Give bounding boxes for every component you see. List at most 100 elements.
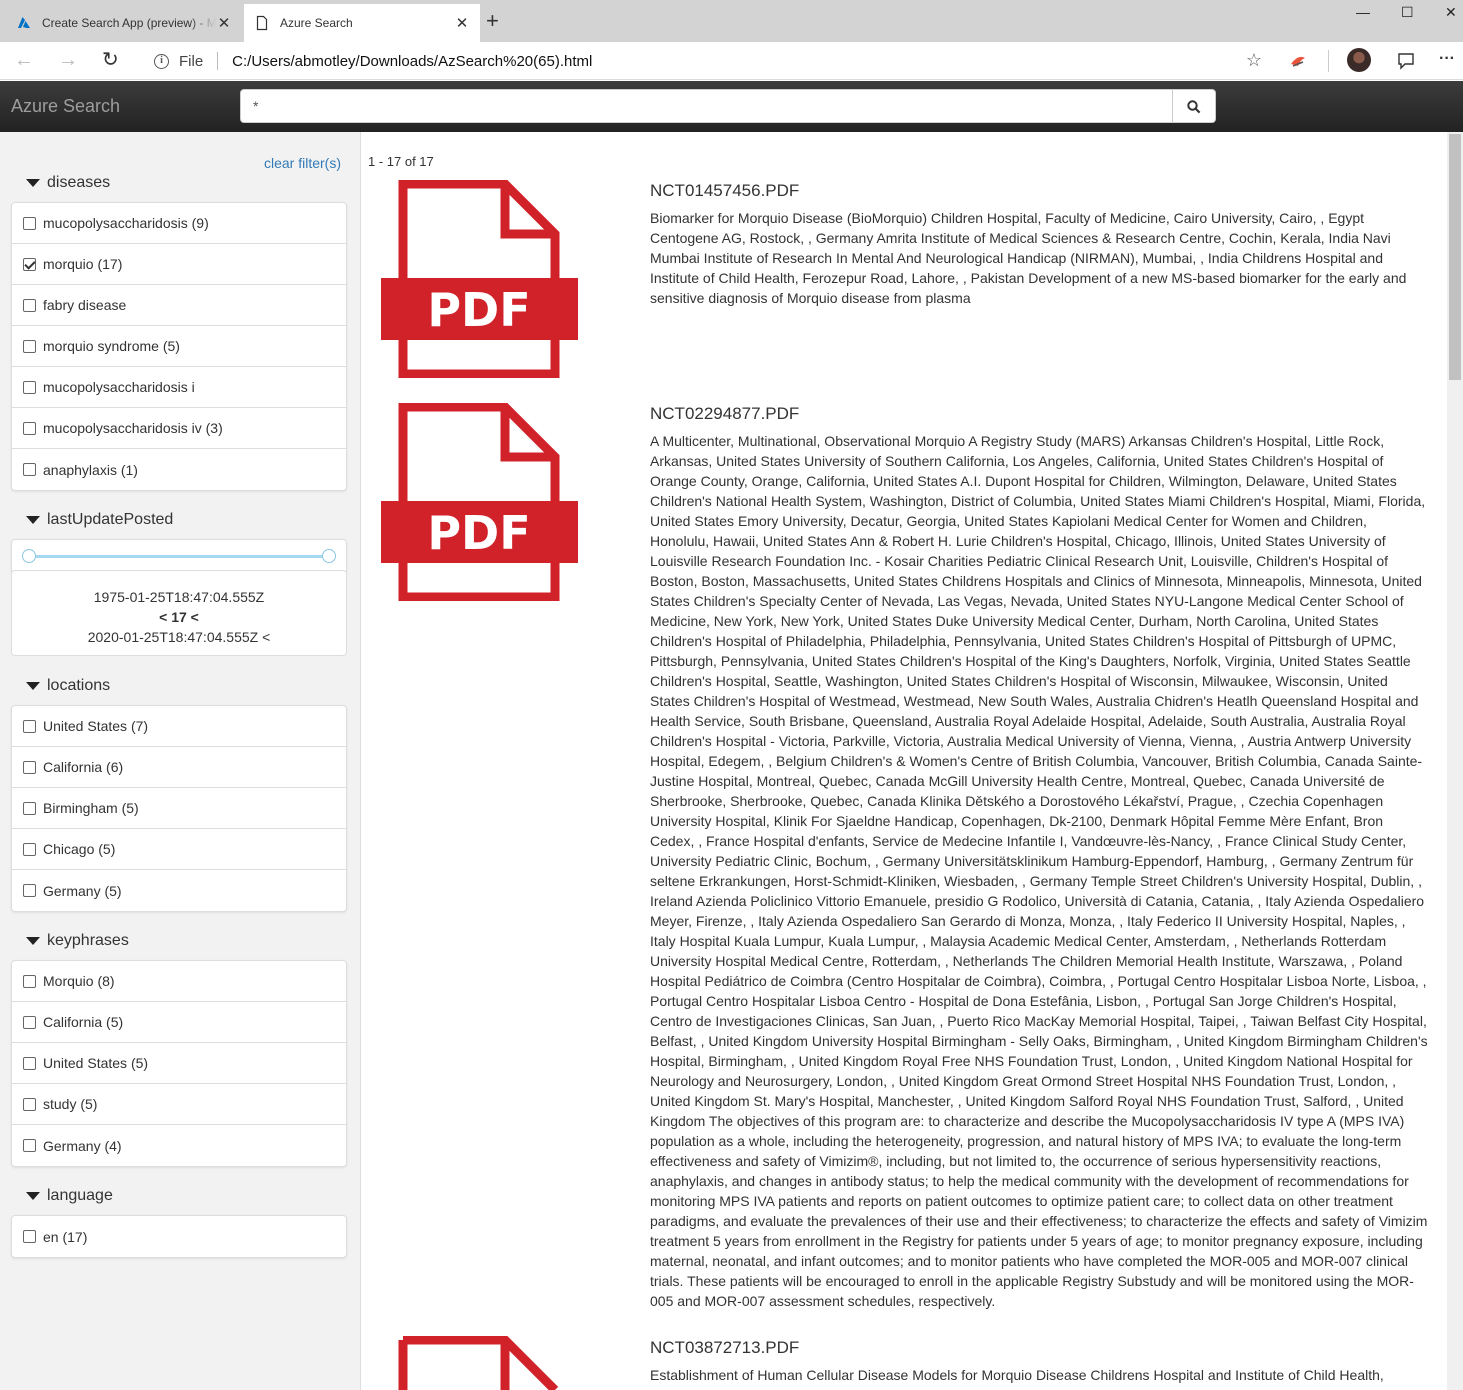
facet-item[interactable]: Germany (4) — [12, 1125, 346, 1166]
back-button[interactable]: ← — [14, 50, 34, 70]
facet-item-label: study (5) — [43, 1096, 98, 1112]
close-tab-icon[interactable]: ✕ — [216, 14, 232, 32]
extension-icon[interactable] — [1288, 52, 1308, 70]
facet-item[interactable]: United States (5) — [12, 1043, 346, 1084]
range-count: < 17 < — [159, 609, 199, 625]
facet-title-diseases[interactable]: diseases — [26, 174, 110, 192]
close-window-button[interactable]: ✕ — [1445, 4, 1457, 21]
tab-azure-search[interactable]: Azure Search ✕ — [244, 4, 480, 42]
divider — [217, 52, 219, 70]
facet-item[interactable]: United States (7) — [12, 706, 346, 747]
pdf-file-icon[interactable] — [381, 1336, 579, 1390]
search-button[interactable] — [1172, 89, 1216, 123]
slider-track[interactable] — [29, 555, 329, 558]
facet-item[interactable]: Chicago (5) — [12, 829, 346, 870]
facet-item[interactable]: Germany (5) — [12, 870, 346, 911]
facet-item[interactable]: California (5) — [12, 1002, 346, 1043]
facet-item[interactable]: California (6) — [12, 747, 346, 788]
facet-item[interactable]: morquio syndrome (5) — [12, 326, 346, 367]
feedback-icon[interactable] — [1396, 51, 1416, 71]
scrollbar-thumb[interactable] — [1449, 134, 1461, 380]
checkbox[interactable] — [23, 1230, 36, 1243]
checkbox[interactable] — [23, 421, 36, 435]
slider-min-handle[interactable] — [22, 549, 36, 563]
caret-down-icon — [26, 1192, 40, 1200]
app-header: Azure Search — [0, 81, 1463, 132]
facet-item-label: United States (5) — [43, 1055, 149, 1071]
caret-down-icon — [26, 937, 40, 945]
tab-create-search-app[interactable]: Create Search App (preview) - Microsoft … — [6, 4, 242, 42]
brand-title[interactable]: Azure Search — [11, 96, 120, 117]
search-icon — [1187, 100, 1201, 114]
file-label: File — [179, 52, 204, 70]
facet-item-label: mucopolysaccharidosis (9) — [43, 215, 209, 231]
facet-title-keyphrases[interactable]: keyphrases — [26, 932, 129, 950]
new-tab-button[interactable]: + — [486, 10, 499, 32]
facet-item-label: Morquio (8) — [43, 973, 115, 989]
url-text[interactable]: C:/Users/abmotley/Downloads/AzSearch%20(… — [232, 53, 592, 70]
facet-item[interactable]: study (5) — [12, 1084, 346, 1125]
forward-button[interactable]: → — [58, 50, 78, 70]
checkbox[interactable] — [23, 1097, 36, 1111]
close-tab-icon[interactable]: ✕ — [454, 14, 470, 32]
range-to: 2020-01-25T18:47:04.555Z < — [87, 629, 271, 645]
checkbox[interactable] — [23, 801, 36, 815]
profile-avatar[interactable] — [1347, 48, 1371, 72]
facet-title-locations[interactable]: locations — [26, 677, 110, 695]
star-icon[interactable]: ☆ — [1246, 50, 1262, 71]
facet-list-locations: United States (7) California (6) Birming… — [11, 705, 347, 912]
minimize-button[interactable]: — — [1356, 4, 1370, 20]
facet-item-label: Birmingham (5) — [43, 800, 139, 816]
facet-list-language: en (17) — [11, 1215, 347, 1258]
facet-item[interactable]: fabry disease — [12, 285, 346, 326]
checkbox[interactable] — [23, 1139, 36, 1152]
facet-title-language[interactable]: language — [26, 1187, 113, 1205]
facet-item[interactable]: anaphylaxis (1) — [12, 449, 346, 490]
range-from: 1975-01-25T18:47:04.555Z — [93, 589, 265, 605]
checkbox[interactable] — [23, 719, 36, 733]
facet-item[interactable]: morquio (17) — [12, 244, 346, 285]
clear-filters-link[interactable]: clear filter(s) — [264, 155, 341, 171]
pdf-file-icon[interactable]: PDF — [381, 403, 579, 601]
checkbox[interactable] — [23, 380, 36, 394]
results-count: 1 - 17 of 17 — [368, 154, 434, 169]
checkbox[interactable] — [23, 974, 36, 988]
checkbox[interactable] — [23, 463, 36, 476]
refresh-button[interactable]: ↻ — [102, 50, 119, 70]
facet-item[interactable]: Birmingham (5) — [12, 788, 346, 829]
maximize-button[interactable]: ☐ — [1401, 4, 1414, 21]
facet-item[interactable]: mucopolysaccharidosis i — [12, 367, 346, 408]
info-icon[interactable]: i — [154, 53, 169, 69]
facet-item[interactable]: mucopolysaccharidosis iv (3) — [12, 408, 346, 449]
checkbox[interactable] — [23, 884, 36, 897]
toolbar-divider — [1328, 50, 1329, 72]
checkbox[interactable] — [23, 1015, 36, 1029]
checkbox[interactable] — [23, 842, 36, 856]
facet-title-label: language — [47, 1187, 113, 1204]
more-icon[interactable]: ··· — [1439, 50, 1455, 68]
facet-item-label: en (17) — [43, 1228, 88, 1245]
slider-max-handle[interactable] — [322, 549, 336, 563]
result-title[interactable]: NCT02294877.PDF — [650, 404, 799, 424]
checkbox[interactable] — [23, 339, 36, 353]
facet-item[interactable]: mucopolysaccharidosis (9) — [12, 203, 346, 244]
checkbox-checked[interactable] — [23, 257, 36, 271]
facet-item-label: fabry disease — [43, 297, 127, 313]
facet-title-last-update-posted[interactable]: lastUpdatePosted — [26, 511, 173, 529]
facet-item-label: Chicago (5) — [43, 841, 116, 857]
date-range-slider[interactable] — [11, 539, 347, 574]
result-title[interactable]: NCT03872713.PDF — [650, 1338, 799, 1358]
checkbox[interactable] — [23, 216, 36, 230]
search-input[interactable] — [240, 89, 1173, 123]
checkbox[interactable] — [23, 760, 36, 774]
result-title[interactable]: NCT01457456.PDF — [650, 181, 799, 201]
checkbox[interactable] — [23, 1056, 36, 1070]
facet-title-label: lastUpdatePosted — [47, 511, 174, 528]
facet-item[interactable]: Morquio (8) — [12, 961, 346, 1002]
checkbox[interactable] — [23, 298, 36, 312]
facet-item[interactable]: en (17) — [12, 1216, 346, 1257]
address-bar[interactable]: i File C:/Users/abmotley/Downloads/AzSea… — [140, 46, 1272, 76]
pdf-file-icon[interactable]: PDF — [381, 180, 579, 378]
tab-label: Create Search App (preview) - Microsoft … — [42, 16, 216, 30]
facet-item-label: United States (7) — [43, 718, 149, 734]
